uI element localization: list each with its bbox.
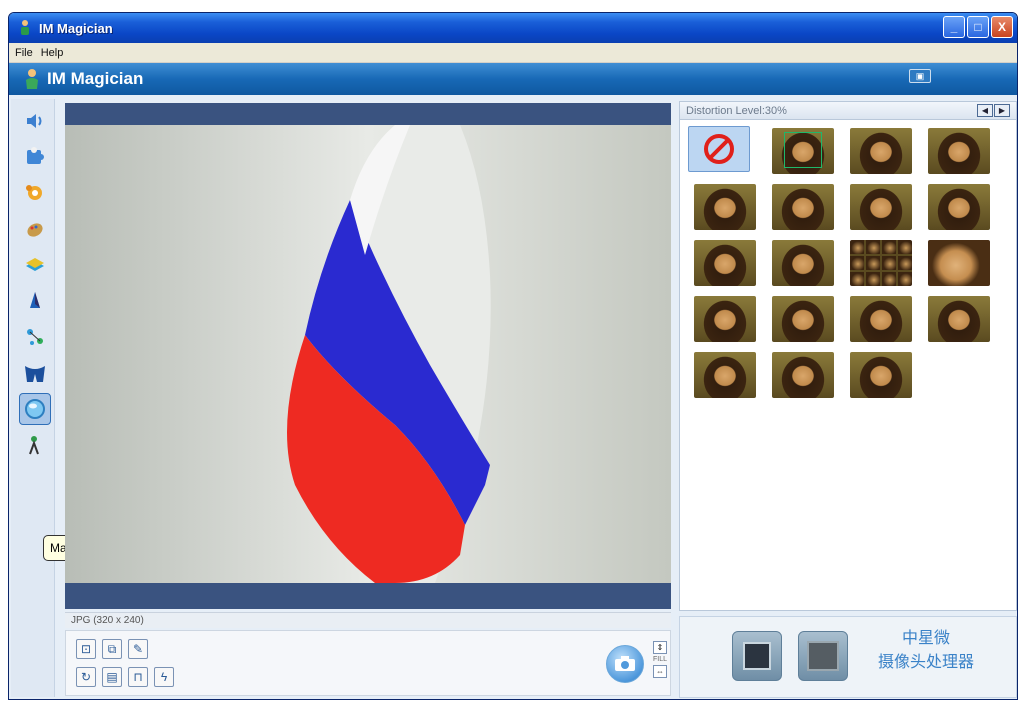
no-effect-icon [704, 134, 734, 164]
main-content: Magic Mirror [9, 95, 1017, 699]
window-controls: _ □ X [943, 16, 1013, 38]
processor-icon [798, 631, 848, 681]
title-bar: IM Magician _ □ X [9, 13, 1017, 43]
sponsor-panel: 中星微 摄像头处理器 [679, 616, 1017, 698]
effect-thumb[interactable] [772, 296, 834, 342]
figure-icon[interactable] [19, 429, 51, 461]
banner-title: IM Magician [47, 69, 144, 88]
capture-button[interactable] [606, 645, 644, 683]
molecule-icon[interactable] [19, 321, 51, 353]
rotate-button[interactable]: ↻ [76, 667, 96, 687]
effects-toolbar [11, 99, 55, 697]
sponsor-line-1: 中星微 [901, 630, 950, 647]
gear-icon[interactable] [19, 177, 51, 209]
effect-thumb[interactable] [850, 128, 912, 174]
panel-nav: ◀ ▶ [977, 104, 1010, 117]
window-title: IM Magician [39, 20, 113, 36]
layers-icon[interactable] [19, 249, 51, 281]
next-page-button[interactable]: ▶ [994, 104, 1010, 117]
fill-label: FILL [652, 656, 667, 663]
effect-none[interactable] [688, 126, 750, 172]
minimize-to-tray-icon[interactable]: ▣ [909, 69, 931, 83]
fill-control: ⇕ FILL ⇔ [652, 641, 668, 687]
menu-file[interactable]: File [13, 47, 39, 59]
chip-icon [732, 631, 782, 681]
app-banner: IM Magician ▣ [9, 63, 1017, 95]
minimize-button[interactable]: _ [943, 16, 965, 38]
effect-thumb[interactable] [694, 240, 756, 286]
app-icon [21, 20, 29, 35]
effect-thumb-zoom[interactable] [928, 240, 990, 286]
effect-thumb[interactable] [928, 128, 990, 174]
distortion-level: Distortion Level:30% [686, 104, 787, 117]
app-logo-icon [26, 69, 38, 89]
shape-icon[interactable] [19, 285, 51, 317]
menu-bar: File Help [9, 43, 1017, 63]
camera-icon [615, 656, 635, 671]
speaker-icon[interactable] [19, 105, 51, 137]
effects-panel: Distortion Level:30% ◀ ▶ [679, 101, 1017, 611]
flash-button[interactable]: ϟ [154, 667, 174, 687]
palette-icon[interactable] [19, 213, 51, 245]
frames-button[interactable]: ▤ [102, 667, 122, 687]
effect-thumb[interactable] [772, 184, 834, 230]
panel-header: Distortion Level:30% ◀ ▶ [680, 102, 1016, 120]
effect-thumb[interactable] [694, 352, 756, 398]
copy-frame-button[interactable]: ⧉ [102, 639, 122, 659]
menu-help[interactable]: Help [39, 47, 70, 59]
video-preview-frame [65, 103, 671, 609]
crop-button[interactable]: ⊓ [128, 667, 148, 687]
maximize-button[interactable]: □ [967, 16, 989, 38]
effect-thumb[interactable] [928, 184, 990, 230]
effect-thumb-multi[interactable] [850, 240, 912, 286]
app-window: IM Magician _ □ X File Help IM Magician … [8, 12, 1018, 700]
puzzle-icon[interactable] [19, 141, 51, 173]
effect-thumb[interactable] [928, 296, 990, 342]
effect-thumb[interactable] [694, 184, 756, 230]
prev-page-button[interactable]: ◀ [977, 104, 993, 117]
fill-up-button[interactable]: ⇕ [653, 641, 667, 654]
video-status: JPG (320 x 240) [65, 612, 671, 628]
effect-thumb[interactable] [772, 240, 834, 286]
video-controls: ⊡ ⧉ ✎ ↻ ▤ ⊓ ϟ ⇕ FILL ⇔ [65, 630, 671, 696]
close-button[interactable]: X [991, 16, 1013, 38]
edit-button[interactable]: ✎ [128, 639, 148, 659]
fill-fit-button[interactable]: ⇔ [653, 665, 667, 678]
flag-image [65, 125, 671, 583]
effect-thumb[interactable] [772, 128, 834, 174]
effect-thumb[interactable] [850, 352, 912, 398]
effect-thumb[interactable] [850, 184, 912, 230]
mask-icon[interactable] [19, 357, 51, 389]
fit-screen-button[interactable]: ⊡ [76, 639, 96, 659]
mirror-icon[interactable] [19, 393, 51, 425]
effect-thumb[interactable] [772, 352, 834, 398]
effect-thumb[interactable] [850, 296, 912, 342]
sponsor-text: 中星微 摄像头处理器 [866, 627, 986, 675]
sponsor-line-2: 摄像头处理器 [877, 654, 974, 671]
effect-thumb[interactable] [694, 296, 756, 342]
video-preview [65, 125, 671, 583]
